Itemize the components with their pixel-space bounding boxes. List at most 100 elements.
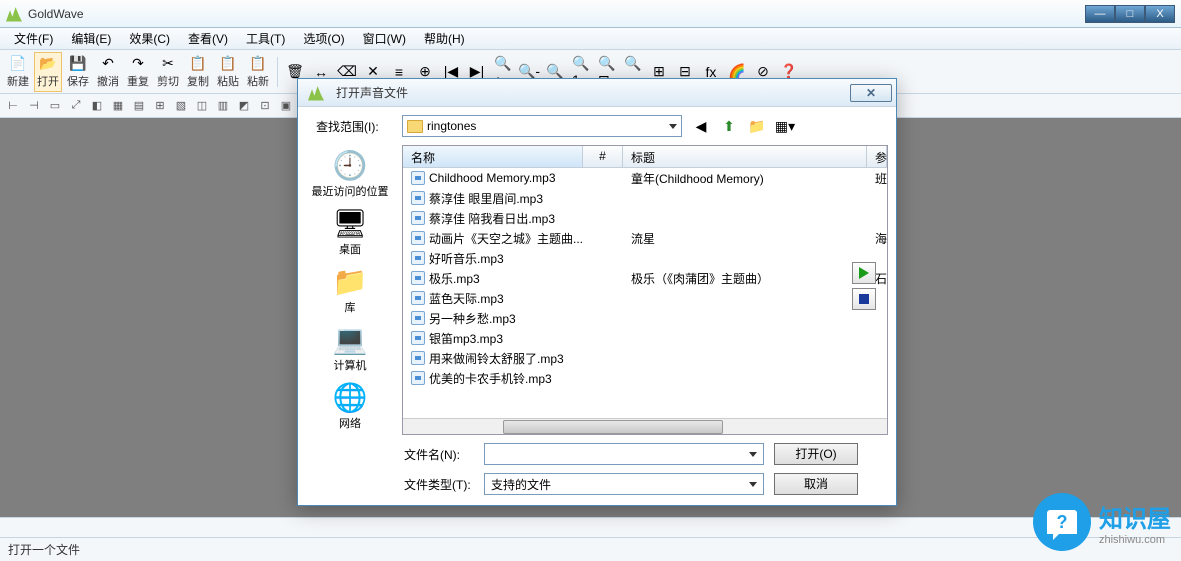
menu-item[interactable]: 窗口(W) (355, 28, 414, 49)
tool-粘贴[interactable]: 📋粘贴 (214, 52, 242, 92)
audio-file-icon (411, 171, 425, 185)
tool-icon[interactable]: ⊡ (256, 97, 274, 115)
audio-file-icon (411, 371, 425, 385)
tool-新建[interactable]: 📄新建 (4, 52, 32, 92)
col-title[interactable]: 标题 (623, 146, 867, 167)
dialog-close-button[interactable]: ✕ (850, 84, 892, 102)
new-folder-icon[interactable]: 📁 (746, 115, 768, 137)
tool-icon: 📋 (249, 54, 267, 72)
tool-icon: ↶ (99, 54, 117, 72)
status-text: 打开一个文件 (0, 538, 1181, 561)
chevron-down-icon (749, 452, 757, 457)
place-库[interactable]: 📁库 (332, 265, 368, 315)
app-title: GoldWave (28, 7, 1085, 21)
col-num[interactable]: # (583, 146, 623, 167)
play-button[interactable] (852, 262, 876, 284)
tool-复制[interactable]: 📋复制 (184, 52, 212, 92)
tool-icon[interactable]: ◧ (88, 97, 106, 115)
tool-粘新[interactable]: 📋粘新 (244, 52, 272, 92)
stop-button[interactable] (852, 288, 876, 310)
menu-item[interactable]: 文件(F) (6, 28, 61, 49)
tool-重复[interactable]: ↷重复 (124, 52, 152, 92)
scroll-thumb[interactable] (503, 420, 723, 434)
watermark-sub: zhishiwu.com (1099, 534, 1171, 546)
chevron-down-icon (749, 482, 757, 487)
watermark: ? 知识屋 zhishiwu.com (1033, 493, 1171, 551)
file-row[interactable]: 银笛mp3.mp3 (403, 328, 887, 348)
menu-item[interactable]: 帮助(H) (416, 28, 473, 49)
col-extra[interactable]: 参 (867, 146, 887, 167)
app-icon (6, 6, 22, 22)
chevron-down-icon (669, 124, 677, 129)
place-icon: 💻 (332, 323, 368, 355)
cancel-button[interactable]: 取消 (774, 473, 858, 495)
place-计算机[interactable]: 💻计算机 (332, 323, 368, 373)
place-icon: 📁 (332, 265, 368, 297)
tool-icon[interactable]: ◫ (193, 97, 211, 115)
open-button[interactable]: 打开(O) (774, 443, 858, 465)
menu-item[interactable]: 选项(O) (295, 28, 352, 49)
window-controls: — □ X (1085, 5, 1175, 23)
file-row[interactable]: 蓝色天际.mp3 (403, 288, 887, 308)
menu-item[interactable]: 查看(V) (180, 28, 236, 49)
audio-file-icon (411, 311, 425, 325)
zoom-icon[interactable]: ⤢ (67, 97, 85, 115)
tool-icon[interactable]: ▤ (130, 97, 148, 115)
audio-file-icon (411, 211, 425, 225)
tool-打开[interactable]: 📂打开 (34, 52, 62, 92)
file-row[interactable]: 蔡淳佳 眼里眉间.mp3 (403, 188, 887, 208)
file-row[interactable]: 蔡淳佳 陪我看日出.mp3 (403, 208, 887, 228)
place-网络[interactable]: 🌐网络 (332, 381, 368, 431)
tool-剪切[interactable]: ✂剪切 (154, 52, 182, 92)
marker-start-icon[interactable]: ⊢ (4, 97, 22, 115)
audio-file-icon (411, 331, 425, 345)
file-row[interactable]: 动画片《天空之城》主题曲...流星海 (403, 228, 887, 248)
lookin-combo[interactable]: ringtones (402, 115, 682, 137)
view-menu-icon[interactable]: ▦▾ (774, 115, 796, 137)
back-icon[interactable]: ◀ (690, 115, 712, 137)
selection-icon[interactable]: ▭ (46, 97, 64, 115)
file-row[interactable]: 另一种乡愁.mp3 (403, 308, 887, 328)
place-icon: 🕘 (332, 149, 368, 181)
places-bar: 🕘最近访问的位置 🖥桌面 📁库 💻计算机 🌐网络 (306, 145, 394, 435)
up-icon[interactable]: ⬆ (718, 115, 740, 137)
tool-icon[interactable]: ⊞ (151, 97, 169, 115)
close-button[interactable]: X (1145, 5, 1175, 23)
place-最近访问的位置[interactable]: 🕘最近访问的位置 (312, 149, 389, 199)
maximize-button[interactable]: □ (1115, 5, 1145, 23)
tool-icon: 📋 (219, 54, 237, 72)
audio-file-icon (411, 251, 425, 265)
minimize-button[interactable]: — (1085, 5, 1115, 23)
place-桌面[interactable]: 🖥桌面 (332, 207, 368, 257)
tool-icon: ↷ (129, 54, 147, 72)
filename-input[interactable] (484, 443, 764, 465)
tool-icon: 📂 (39, 54, 57, 72)
menu-item[interactable]: 工具(T) (238, 28, 293, 49)
filetype-combo[interactable]: 支持的文件 (484, 473, 764, 495)
tool-icon[interactable]: ▧ (172, 97, 190, 115)
lookin-label: 查找范围(I): (316, 118, 394, 135)
tool-icon[interactable]: ▣ (277, 97, 295, 115)
tool-icon[interactable]: ▥ (214, 97, 232, 115)
tool-保存[interactable]: 💾保存 (64, 52, 92, 92)
menu-item[interactable]: 效果(C) (121, 28, 178, 49)
menu-item[interactable]: 编辑(E) (63, 28, 119, 49)
file-row[interactable]: Childhood Memory.mp3童年(Childhood Memory)… (403, 168, 887, 188)
file-row[interactable]: 优美的卡农手机铃.mp3 (403, 368, 887, 388)
file-row[interactable]: 用来做闹铃太舒服了.mp3 (403, 348, 887, 368)
file-row[interactable]: 极乐.mp3极乐（《肉蒲团》主题曲）石 (403, 268, 887, 288)
filetype-label: 文件类型(T): (404, 476, 474, 493)
open-file-dialog: 打开声音文件 ✕ 查找范围(I): ringtones ◀ ⬆ 📁 ▦▾ 🕘最近… (297, 78, 897, 506)
horizontal-scrollbar[interactable] (403, 418, 887, 434)
place-icon: 🖥 (332, 207, 368, 239)
file-row[interactable]: 好听音乐.mp3 (403, 248, 887, 268)
col-name[interactable]: 名称 (403, 146, 583, 167)
tool-icon[interactable]: ◩ (235, 97, 253, 115)
tool-撤消[interactable]: ↶撤消 (94, 52, 122, 92)
dialog-title: 打开声音文件 (336, 84, 850, 101)
marker-end-icon[interactable]: ⊣ (25, 97, 43, 115)
tool-icon[interactable]: ▦ (109, 97, 127, 115)
audio-file-icon (411, 231, 425, 245)
menubar: 文件(F)编辑(E)效果(C)查看(V)工具(T)选项(O)窗口(W)帮助(H) (0, 28, 1181, 50)
audio-file-icon (411, 351, 425, 365)
